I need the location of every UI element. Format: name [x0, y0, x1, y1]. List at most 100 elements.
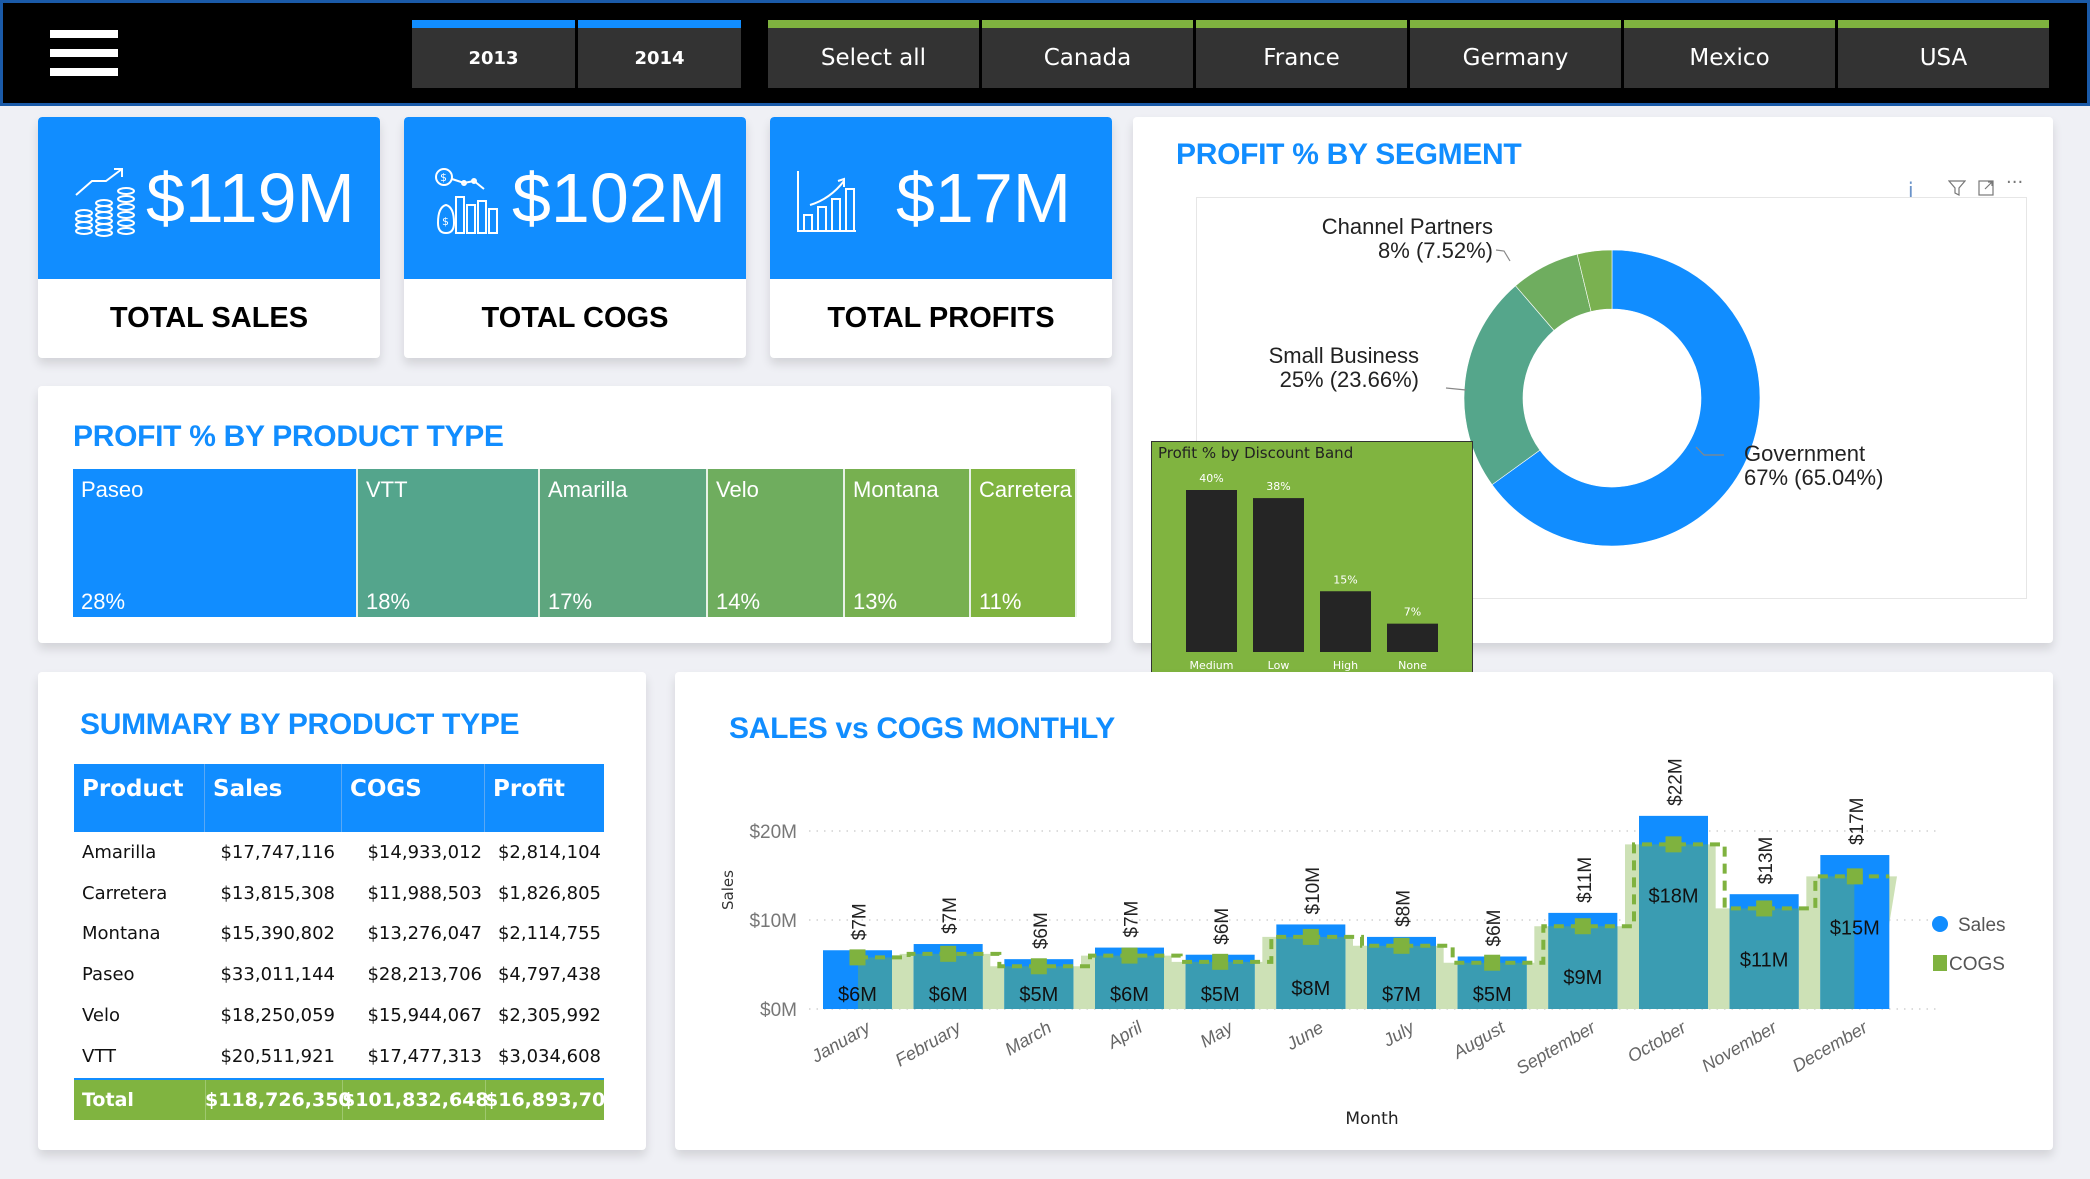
- country-slicer-france[interactable]: France: [1196, 20, 1407, 88]
- table-row: Velo $18,250,059 $15,944,067 $2,305,992: [74, 997, 604, 1038]
- column-header-product[interactable]: Product: [74, 764, 205, 832]
- y-tick-label: $10M: [749, 911, 797, 932]
- x-axis-title: Month: [1345, 1109, 1398, 1129]
- cogs-marker[interactable]: [1484, 954, 1501, 971]
- more-options-icon[interactable]: ···: [2006, 172, 2023, 193]
- hamburger-menu-icon[interactable]: [50, 30, 118, 78]
- cell-cogs: $14,933,012: [367, 842, 482, 863]
- discount-bar-label: 40%: [1199, 472, 1223, 485]
- summary-total-row: Total $118,726,350 $101,832,648 $16,893,…: [74, 1078, 618, 1120]
- cell-profit: $2,814,104: [497, 842, 601, 863]
- cell-cogs: $28,213,706: [367, 964, 482, 986]
- kpi-label: TOTAL SALES: [109, 302, 309, 334]
- country-slicer-canada[interactable]: Canada: [982, 20, 1193, 88]
- total-label: Total: [82, 1089, 134, 1111]
- sales-data-label: $17M: [1847, 797, 1868, 845]
- discount-category-label: Low: [1268, 659, 1290, 672]
- slice-label-name: Small Business: [1269, 343, 1419, 368]
- discount-bar-medium[interactable]: [1186, 490, 1237, 652]
- treemap-tile-carretera[interactable]: Carretera 11%: [971, 469, 1077, 617]
- table-row: VTT $20,511,921 $17,477,313 $3,034,608: [74, 1038, 604, 1079]
- discount-bar-high[interactable]: [1320, 591, 1371, 652]
- focus-mode-icon[interactable]: [1978, 180, 1994, 196]
- total-cogs: $101,832,648: [342, 1089, 489, 1111]
- cogs-marker[interactable]: [1393, 937, 1410, 954]
- country-slicer-germany[interactable]: Germany: [1410, 20, 1621, 88]
- country-slicer-select-all[interactable]: Select all: [768, 20, 979, 88]
- tile-label: Amarilla: [548, 477, 628, 502]
- cogs-marker[interactable]: [1121, 947, 1138, 964]
- treemap-tile-velo[interactable]: Velo 14%: [708, 469, 845, 617]
- year-slicer-2013[interactable]: 2013: [412, 20, 575, 88]
- x-tick-label: August: [1449, 1017, 1509, 1063]
- legend-cogs-marker: [1933, 955, 1947, 971]
- cogs-marker[interactable]: [1574, 918, 1591, 935]
- x-tick-label: April: [1103, 1017, 1146, 1053]
- tile-value: 18%: [366, 589, 411, 614]
- cell-profit: $2,114,755: [497, 923, 601, 945]
- x-tick-label: December: [1789, 1017, 1872, 1076]
- cogs-marker[interactable]: [1212, 953, 1229, 970]
- sales-data-label: $10M: [1303, 867, 1324, 915]
- kpi-value: $119M: [146, 159, 355, 237]
- cogs-data-label: $9M: [1563, 967, 1602, 989]
- cell-profit: $1,826,805: [497, 882, 601, 904]
- cogs-data-label: $6M: [929, 984, 968, 1006]
- summary-table-header: Product Sales COGS Profit: [74, 764, 604, 832]
- cogs-data-label: $7M: [1382, 984, 1421, 1006]
- slice-label-value: 25% (23.66%): [1280, 367, 1419, 392]
- svg-text:$: $: [440, 171, 447, 184]
- discount-bar-low[interactable]: [1253, 498, 1304, 652]
- cell-product: Carretera: [82, 882, 168, 904]
- sales-data-label: $6M: [1484, 910, 1505, 947]
- slice-label-name: Channel Partners: [1322, 214, 1493, 239]
- table-row: Paseo $33,011,144 $28,213,706 $4,797,438: [74, 956, 604, 997]
- column-header-sales[interactable]: Sales: [205, 764, 342, 832]
- cell-sales: $17,747,116: [220, 842, 335, 863]
- treemap-tile-montana[interactable]: Montana 13%: [845, 469, 971, 617]
- cogs-data-label: $8M: [1291, 978, 1330, 1000]
- cogs-marker[interactable]: [849, 949, 866, 966]
- cogs-data-label: $11M: [1740, 949, 1789, 971]
- slice-label-name: Government: [1744, 441, 1865, 466]
- discount-bar-label: 38%: [1266, 480, 1290, 493]
- legend-sales-label[interactable]: Sales: [1958, 915, 2006, 936]
- column-header-cogs[interactable]: COGS: [342, 764, 485, 832]
- table-row: Montana $15,390,802 $13,276,047 $2,114,755: [74, 915, 604, 956]
- treemap-tile-vtt[interactable]: VTT 18%: [358, 469, 540, 617]
- country-slicer-mexico[interactable]: Mexico: [1624, 20, 1835, 88]
- discount-bar-none[interactable]: [1387, 623, 1438, 652]
- kpi-card-total-sales: $119M TOTAL SALES: [38, 117, 380, 358]
- cogs-data-label: $5M: [1019, 984, 1058, 1006]
- country-slicer-usa[interactable]: USA: [1838, 20, 2049, 88]
- cogs-marker[interactable]: [1030, 958, 1047, 975]
- sales-cogs-chart: $0M $10M $20M Sales Month $7M $6M January $7M $6M…: [719, 758, 2006, 1129]
- cogs-marker[interactable]: [1756, 900, 1773, 917]
- profit-by-segment-title: PROFIT % BY SEGMENT: [1176, 138, 1522, 171]
- sales-data-label: $22M: [1666, 758, 1687, 806]
- cogs-marker[interactable]: [1846, 868, 1863, 885]
- tile-label: Paseo: [81, 477, 144, 502]
- legend-cogs-label[interactable]: COGS: [1949, 954, 2005, 975]
- cogs-marker[interactable]: [1302, 928, 1319, 945]
- cogs-marker[interactable]: [1665, 836, 1682, 853]
- year-slicer-2014[interactable]: 2014: [578, 20, 741, 88]
- cell-sales: $20,511,921: [220, 1045, 335, 1067]
- cogs-data-label: $18M: [1648, 885, 1698, 907]
- x-tick-label: June: [1282, 1017, 1327, 1054]
- cell-cogs: $15,944,067: [367, 1004, 482, 1026]
- tile-label: Velo: [716, 477, 759, 502]
- slice-label-value: 8% (7.52%): [1378, 238, 1493, 263]
- treemap-tile-amarilla[interactable]: Amarilla 17%: [540, 469, 708, 617]
- money-bag-chart-icon: $ $: [435, 168, 498, 235]
- cogs-data-label: $5M: [1473, 984, 1512, 1006]
- tile-label: Montana: [853, 477, 939, 502]
- column-header-profit[interactable]: Profit: [485, 764, 604, 832]
- kpi-card-total-profits: $17M TOTAL PROFITS: [770, 117, 1112, 358]
- sales-data-label: $11M: [1575, 857, 1596, 903]
- cogs-data-label: $15M: [1830, 917, 1880, 939]
- cell-sales: $13,815,308: [220, 882, 335, 904]
- cogs-marker[interactable]: [940, 945, 957, 962]
- filter-icon[interactable]: [1948, 180, 1966, 196]
- treemap-tile-paseo[interactable]: Paseo 28%: [73, 469, 358, 617]
